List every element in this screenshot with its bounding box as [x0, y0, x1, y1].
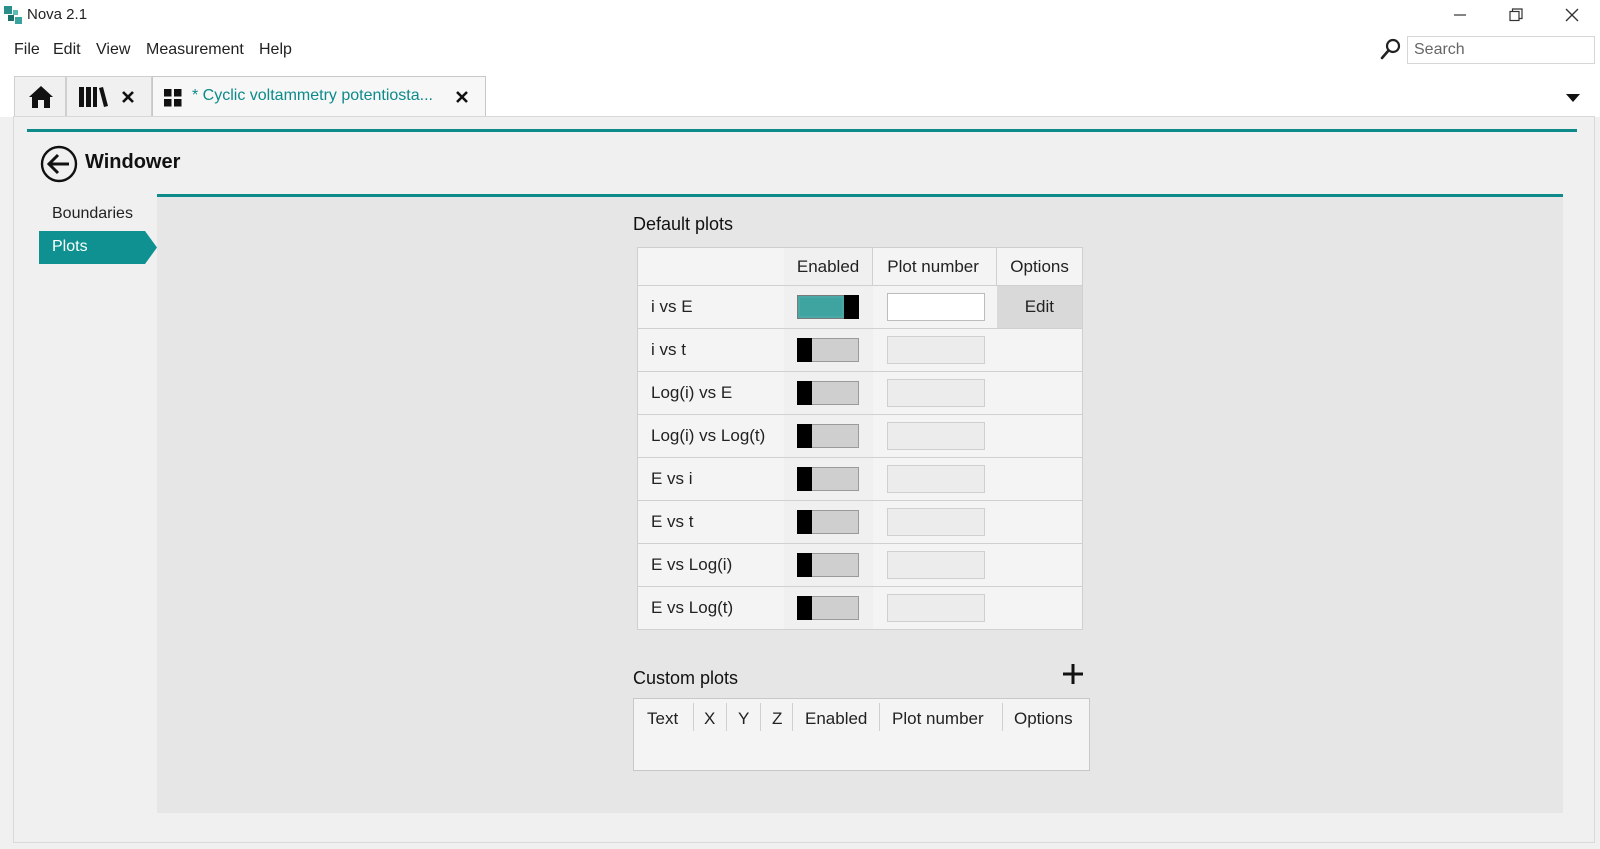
home-icon	[29, 86, 53, 108]
close-window-button[interactable]	[1544, 0, 1600, 30]
menu-view[interactable]: View	[96, 41, 130, 59]
enabled-toggle[interactable]	[796, 338, 859, 362]
nova-logo-icon	[4, 6, 22, 24]
header-z: Z	[772, 709, 783, 728]
custom-plots-table: Text X Y Z Enabled Plot number Options	[633, 698, 1090, 771]
plot-name: Log(i) vs Log(t)	[637, 414, 784, 458]
menu-edit[interactable]: Edit	[53, 41, 81, 59]
close-library-tab-icon[interactable]	[121, 90, 135, 104]
table-row: E vs Log(i)	[637, 543, 1083, 587]
plot-number-input	[886, 336, 985, 364]
table-row: E vs t	[637, 500, 1083, 544]
plot-name: E vs Log(t)	[637, 586, 784, 630]
procedure-grid-icon	[164, 89, 182, 107]
header-enabled: Enabled	[805, 709, 868, 728]
default-plots-title: Default plots	[633, 214, 734, 234]
plot-name: E vs Log(i)	[637, 543, 784, 587]
header-options: Options	[996, 247, 1083, 286]
enabled-toggle[interactable]	[796, 467, 859, 491]
table-row: i vs E Edit	[637, 285, 1083, 329]
home-tab[interactable]	[14, 76, 66, 117]
menu-file[interactable]: File	[14, 41, 40, 59]
plot-name: i vs t	[637, 328, 784, 372]
header-plot-number: Plot number	[872, 247, 998, 286]
page-title: Windower	[85, 151, 181, 173]
table-row: i vs t	[637, 328, 1083, 372]
search-icon[interactable]	[1380, 37, 1402, 61]
enabled-toggle[interactable]	[796, 424, 859, 448]
menu-help[interactable]: Help	[259, 41, 292, 59]
edit-button[interactable]: Edit	[996, 285, 1083, 329]
library-tab[interactable]	[66, 76, 152, 117]
table-row: Log(i) vs E	[637, 371, 1083, 415]
plot-name: Log(i) vs E	[637, 371, 784, 415]
tabs-dropdown-icon[interactable]	[1566, 94, 1580, 102]
nav-item-boundaries[interactable]: Boundaries	[39, 198, 157, 231]
plot-number-input	[886, 422, 985, 450]
close-icon	[1565, 8, 1579, 22]
header-options: Options	[1014, 709, 1073, 728]
plot-number-input	[886, 551, 985, 579]
enabled-toggle[interactable]	[796, 295, 859, 319]
table-row: E vs Log(t)	[637, 586, 1083, 630]
plot-number-input	[886, 379, 985, 407]
tab-label: * Cyclic voltammetry potentiosta...	[192, 87, 433, 104]
custom-plots-title: Custom plots	[633, 668, 739, 688]
enabled-toggle[interactable]	[796, 381, 859, 405]
default-plots-table: Enabled Plot number Options i vs E Edit …	[637, 247, 1083, 630]
header-x: X	[704, 709, 716, 728]
restore-icon	[1509, 8, 1523, 22]
header-name	[637, 247, 784, 286]
menu-measurement[interactable]: Measurement	[146, 41, 244, 59]
plot-number-input[interactable]	[886, 293, 985, 321]
plot-number-input	[886, 508, 985, 536]
restore-button[interactable]	[1488, 0, 1544, 30]
minimize-icon	[1454, 14, 1466, 16]
minimize-button[interactable]	[1432, 0, 1488, 30]
close-tab-icon[interactable]	[455, 90, 469, 104]
header-divider	[27, 129, 1577, 132]
header-text: Text	[647, 709, 679, 728]
enabled-toggle[interactable]	[796, 596, 859, 620]
plot-number-input	[886, 465, 985, 493]
enabled-toggle[interactable]	[796, 553, 859, 577]
plot-number-input	[886, 594, 985, 622]
add-custom-plot-icon[interactable]	[1062, 663, 1084, 685]
plot-name: E vs t	[637, 500, 784, 544]
back-arrow-icon[interactable]	[40, 145, 78, 183]
plot-name: E vs i	[637, 457, 784, 501]
table-header-row: Enabled Plot number Options	[637, 247, 1083, 286]
header-y: Y	[738, 709, 750, 728]
plot-name: i vs E	[637, 285, 784, 329]
header-plot-number: Plot number	[892, 709, 984, 728]
table-row: E vs i	[637, 457, 1083, 501]
header-enabled: Enabled	[783, 247, 874, 286]
library-icon	[79, 87, 108, 107]
search-input[interactable]	[1407, 36, 1595, 64]
enabled-toggle[interactable]	[796, 510, 859, 534]
window-title: Nova 2.1	[27, 6, 88, 23]
table-row: Log(i) vs Log(t)	[637, 414, 1083, 458]
title-bar	[0, 0, 1600, 30]
nav-item-plots[interactable]: Plots	[39, 231, 157, 264]
